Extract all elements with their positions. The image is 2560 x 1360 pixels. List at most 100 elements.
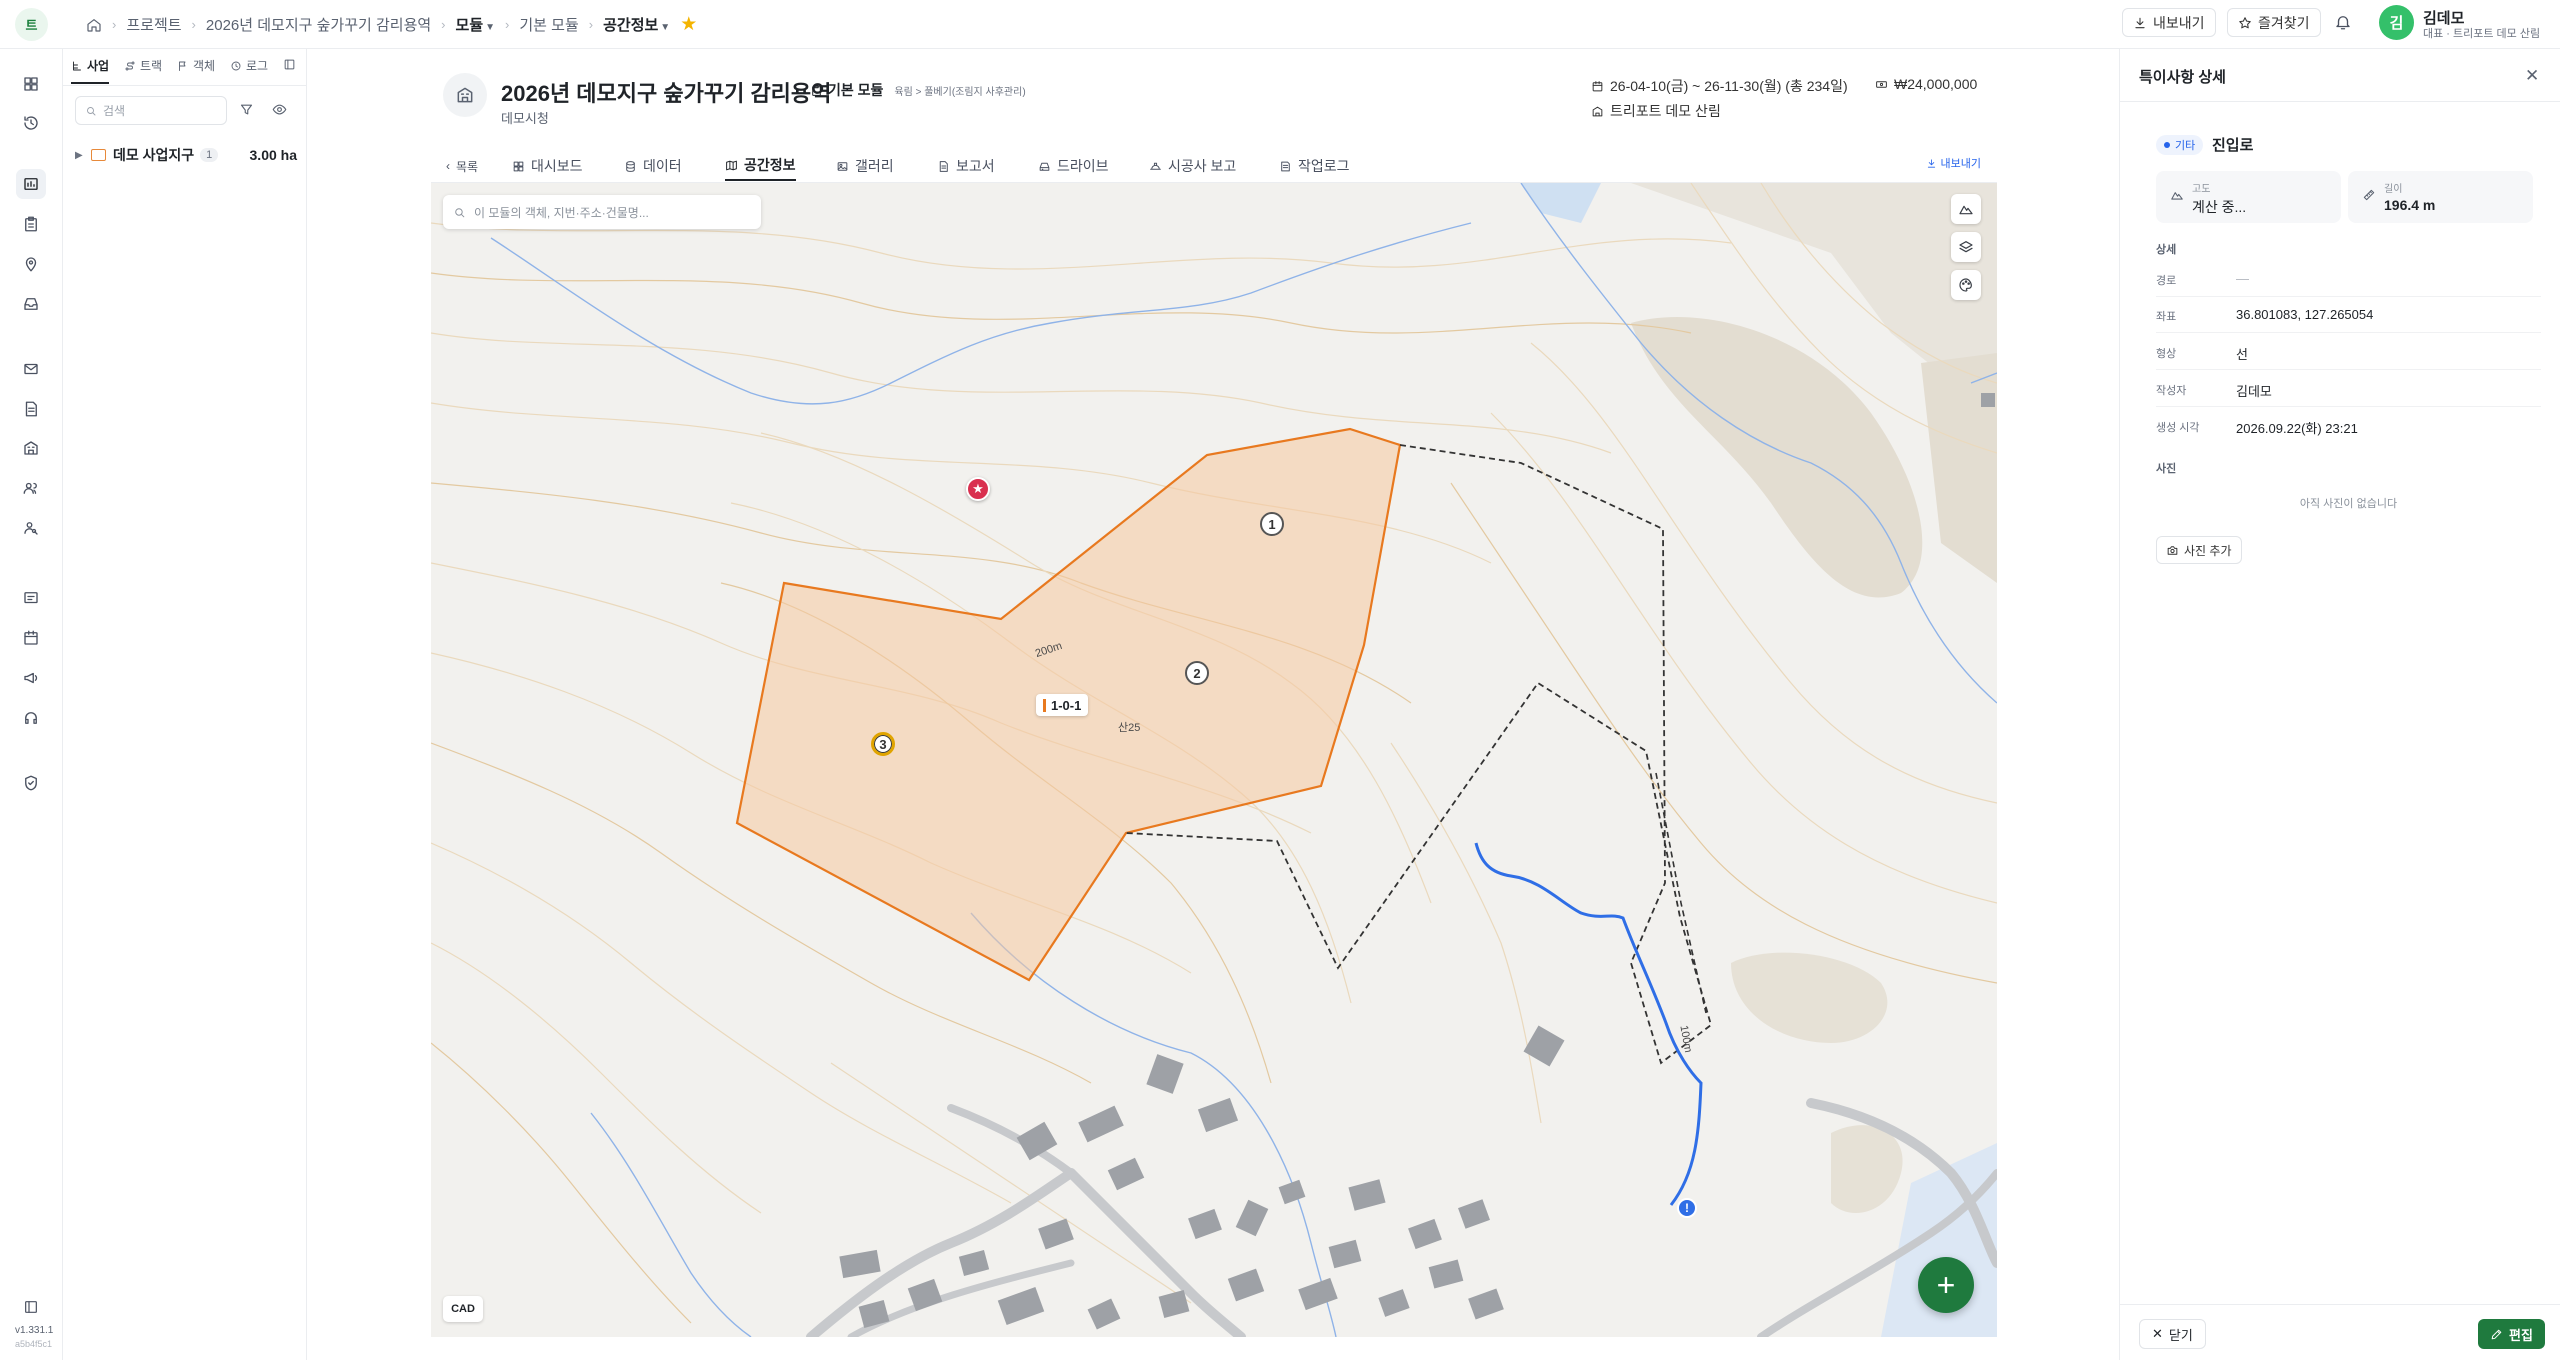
eye-icon[interactable] xyxy=(272,102,287,117)
tab-spatial[interactable]: 공간정보 xyxy=(725,151,796,181)
chevron-right-icon[interactable]: ▶ xyxy=(75,150,91,161)
breadcrumb-project[interactable]: 2026년 데모지구 숲가꾸기 감리용역 xyxy=(206,14,431,35)
explorer-panel: 사업 트랙 객체 로그 검색 ▶ 데모 사업지구 1 3.00 ha xyxy=(63,49,307,1360)
tab-dashboard[interactable]: 대시보드 xyxy=(512,151,583,181)
tab-reports[interactable]: 보고서 xyxy=(937,151,995,181)
document-icon[interactable] xyxy=(16,394,46,424)
tab-projects[interactable]: 사업 xyxy=(71,57,110,84)
bell-icon[interactable] xyxy=(2334,13,2352,31)
add-photo-button[interactable]: 사진 추가 xyxy=(2156,536,2242,564)
headset-icon[interactable] xyxy=(16,703,46,733)
explorer-search-input[interactable]: 검색 xyxy=(75,96,227,125)
breadcrumb-separator: › xyxy=(112,17,117,32)
megaphone-icon[interactable] xyxy=(16,663,46,693)
map-icon xyxy=(725,159,738,172)
lot-number-label: 산25 xyxy=(1118,722,1141,734)
favorites-button[interactable]: 즐겨찾기 xyxy=(2227,8,2321,37)
tab-tracks[interactable]: 트랙 xyxy=(124,57,162,82)
feature-name: 진입로 xyxy=(2212,137,2254,154)
close-icon[interactable]: ✕ xyxy=(2525,66,2539,86)
layers-button[interactable] xyxy=(1951,232,1981,262)
filter-icon[interactable] xyxy=(239,102,254,117)
home-icon[interactable] xyxy=(86,17,102,33)
breadcrumb-spatial-dropdown[interactable]: 공간정보 ▼ xyxy=(603,14,670,35)
breadcrumb-separator: › xyxy=(588,17,594,32)
breadcrumb-module-dropdown[interactable]: 모듈 ▼ xyxy=(456,14,496,35)
history-icon[interactable] xyxy=(16,108,46,138)
back-to-list-button[interactable]: ‹ 목록 xyxy=(446,151,478,181)
user-role: 대표 · 트리포트 데모 산림 xyxy=(2423,28,2541,40)
tab-logs[interactable]: 로그 xyxy=(230,57,268,82)
building-icon[interactable] xyxy=(16,433,46,463)
project-building-icon xyxy=(443,73,487,117)
terrain-toggle-button[interactable] xyxy=(1951,194,1981,224)
avatar[interactable]: 김 xyxy=(2379,5,2414,40)
count-badge: 1 xyxy=(200,148,219,162)
tab-gallery[interactable]: 갤러리 xyxy=(836,151,894,181)
helmet-icon xyxy=(1149,160,1162,173)
cad-toggle-button[interactable]: CAD xyxy=(443,1296,483,1322)
divider xyxy=(2120,101,2560,102)
message-icon[interactable] xyxy=(16,583,46,613)
users-icon[interactable] xyxy=(16,473,46,503)
clipboard-icon[interactable] xyxy=(16,209,46,239)
calendar-icon[interactable] xyxy=(16,623,46,653)
breadcrumb-separator: › xyxy=(505,17,510,32)
edit-button[interactable]: 편집 xyxy=(2478,1319,2545,1349)
breadcrumb-projects[interactable]: 프로젝트 xyxy=(126,14,181,35)
project-budget: ₩24,000,000 xyxy=(1875,76,1977,92)
search-icon xyxy=(453,206,466,219)
dashboard-icon[interactable] xyxy=(16,69,46,99)
area-value: 3.00 ha xyxy=(249,147,297,163)
export-button[interactable]: 내보내기 xyxy=(2122,8,2216,37)
add-feature-button[interactable]: + xyxy=(1918,1257,1974,1313)
mail-icon[interactable] xyxy=(16,354,46,384)
info-marker-icon[interactable]: ! xyxy=(1677,1198,1697,1218)
image-icon xyxy=(836,160,849,173)
breadcrumb-basic-module[interactable]: 기본 모듈 xyxy=(519,14,578,35)
shield-icon[interactable] xyxy=(16,768,46,798)
numbered-marker[interactable]: 2 xyxy=(1185,661,1209,685)
tree-item-project-area[interactable]: ▶ 데모 사업지구 1 3.00 ha xyxy=(75,144,297,166)
numbered-marker[interactable]: 3 xyxy=(871,732,895,756)
workspace-badge[interactable]: 트 xyxy=(15,8,48,41)
parcel-label[interactable]: 1-0-1 xyxy=(1036,694,1089,716)
empty-photo-message: 아직 사진이 없습니다 xyxy=(2299,498,2398,510)
route-icon xyxy=(124,60,136,72)
tab-contractor-report[interactable]: 시공사 보고 xyxy=(1149,151,1236,181)
projects-icon[interactable] xyxy=(16,169,46,199)
prop-row-created: 생성 시각 2026.09.22(화) 23:21 xyxy=(2156,421,2358,436)
star-outline-icon xyxy=(2238,16,2252,30)
ruler-icon xyxy=(2362,188,2376,202)
top-header: 트 › 프로젝트 › 2026년 데모지구 숲가꾸기 감리용역 › 모듈 ▼ › … xyxy=(0,0,2560,49)
close-button[interactable]: ✕ 닫기 xyxy=(2139,1319,2206,1349)
tab-data[interactable]: 데이터 xyxy=(624,151,682,181)
map-export-button[interactable]: 내보내기 xyxy=(1926,155,1981,171)
map-pin-icon[interactable] xyxy=(16,249,46,279)
tab-worklog[interactable]: 작업로그 xyxy=(1279,151,1350,181)
map-canvas[interactable]: 200m 100m 산25 1-0-1 ★ 1 2 3 ! 이 모듈의 객체, … xyxy=(431,183,1997,1337)
database-icon xyxy=(624,160,637,173)
tab-drive[interactable]: 드라이브 xyxy=(1038,151,1109,181)
inbox-icon[interactable] xyxy=(16,289,46,319)
numbered-marker[interactable]: 1 xyxy=(1260,512,1284,536)
cash-icon xyxy=(1875,78,1888,91)
document-icon xyxy=(937,160,950,173)
map-search-input[interactable]: 이 모듈의 객체, 지번·주소·건물명... xyxy=(443,195,761,229)
sidebar-toggle-icon[interactable] xyxy=(16,1292,46,1322)
project-period: 26-04-10(금) ~ 26-11-30(월) (총 234일) xyxy=(1591,76,1848,96)
explorer-tabs: 사업 트랙 객체 로그 xyxy=(63,49,307,86)
favorite-star-icon[interactable]: ★ xyxy=(680,13,697,36)
star-marker-icon[interactable]: ★ xyxy=(966,477,990,501)
project-client: 데모시청 xyxy=(501,111,549,126)
download-icon xyxy=(1926,158,1937,169)
chevron-left-icon: ‹ xyxy=(446,159,450,173)
user-search-icon[interactable] xyxy=(16,513,46,543)
clipboard-icon xyxy=(810,84,823,97)
style-button[interactable] xyxy=(1951,270,1981,300)
section-label-detail: 상세 xyxy=(2156,244,2177,256)
panel-collapse-icon[interactable] xyxy=(283,58,296,71)
tab-objects[interactable]: 객체 xyxy=(177,57,215,82)
map-basemap xyxy=(431,183,1997,1337)
clock-icon xyxy=(230,60,242,72)
